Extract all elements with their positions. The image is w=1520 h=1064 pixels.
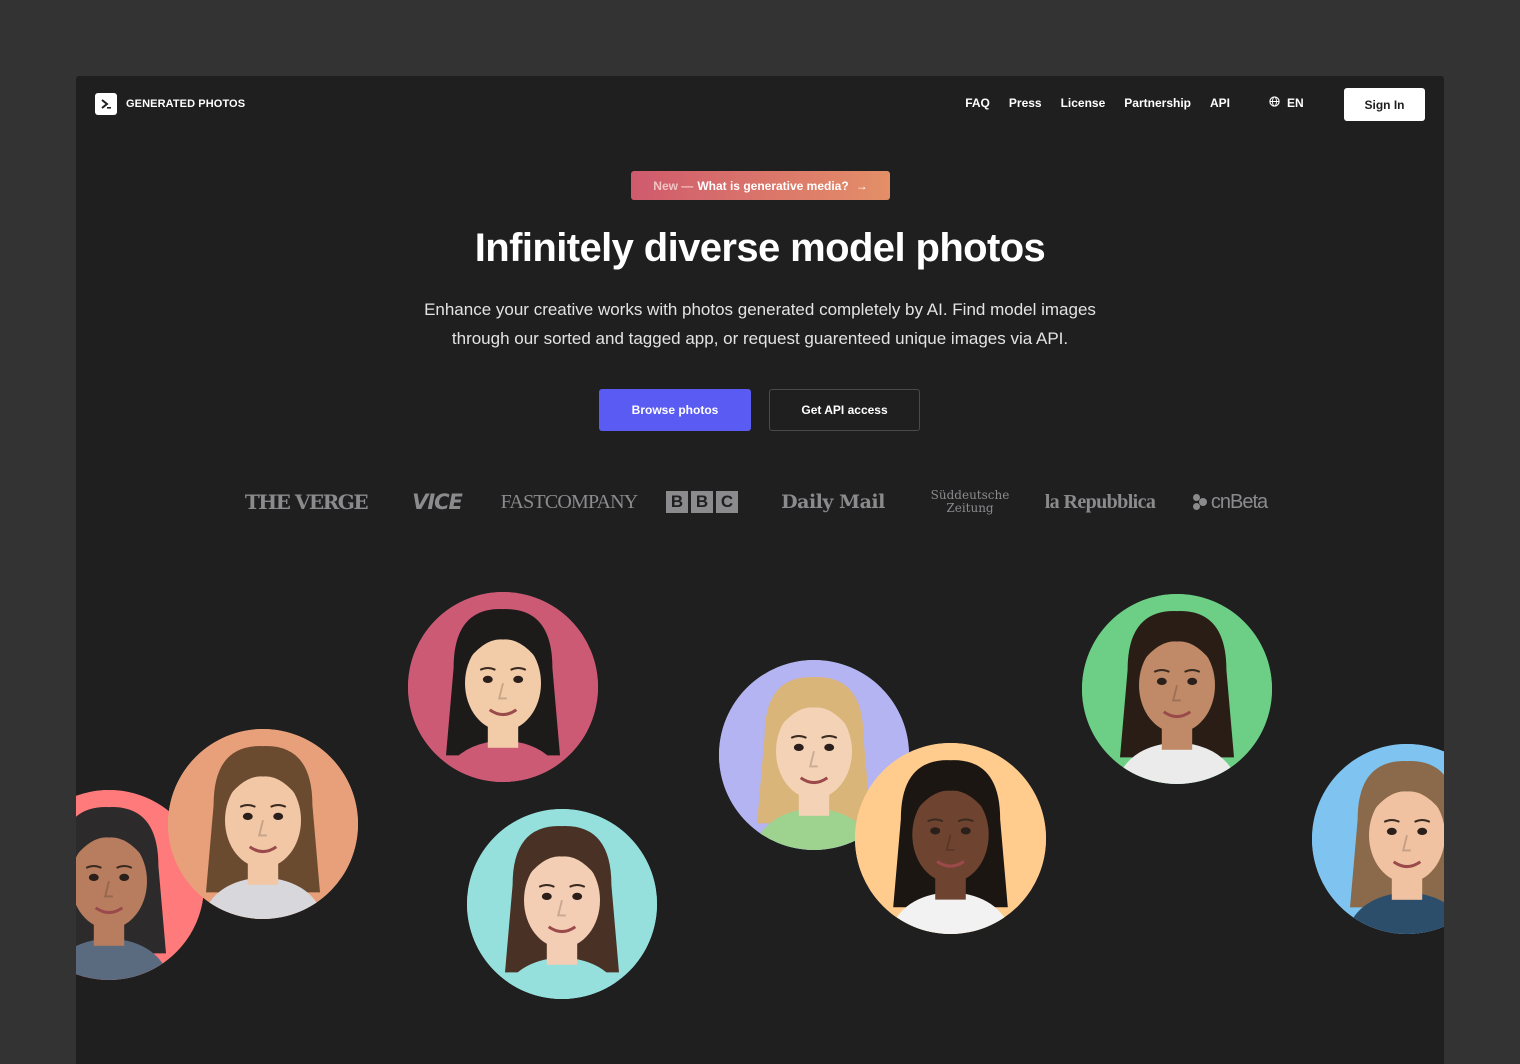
- hero-subline-1: Enhance your creative works with photos …: [424, 300, 1096, 319]
- press-logo-bbc: B B C: [664, 484, 740, 520]
- bbc-letter: B: [691, 491, 713, 513]
- brand-name: GENERATED PHOTOS: [126, 98, 246, 110]
- nav-api[interactable]: API: [1210, 96, 1230, 110]
- nav-partnership[interactable]: Partnership: [1124, 96, 1191, 110]
- face-photo-man-blond: [1312, 744, 1444, 934]
- press-logo-la-repubblica: la Repubblica: [1044, 490, 1156, 513]
- announcement-badge[interactable]: New — What is generative media? →: [631, 171, 890, 200]
- hero-subheadline: Enhance your creative works with photos …: [376, 295, 1144, 353]
- browser-frame: GENERATED PHOTOS FAQ Press License Partn…: [76, 76, 1444, 1064]
- hero-headline: Infinitely diverse model photos: [474, 226, 1046, 270]
- language-selector[interactable]: EN: [1269, 96, 1304, 110]
- face-photo-woman-asian: [408, 592, 598, 782]
- arrow-right-icon: →: [855, 178, 868, 193]
- globe-icon: [1269, 96, 1280, 110]
- press-logo-fast-company: FASTCOMPANY: [500, 490, 639, 513]
- badge-text: What is generative media?: [697, 178, 849, 193]
- browse-photos-button[interactable]: Browse photos: [599, 389, 751, 431]
- sign-in-button[interactable]: Sign In: [1344, 88, 1425, 121]
- press-logo-sueddeutsche-zeitung: Süddeutsche Zeitung: [924, 484, 1016, 520]
- face-photo-man-black: [855, 743, 1046, 934]
- nav-press[interactable]: Press: [1009, 96, 1042, 110]
- press-logo-vice: VICE: [412, 490, 463, 514]
- top-nav: FAQ Press License Partnership API: [965, 96, 1230, 110]
- cnbeta-dots-icon: [1192, 493, 1207, 511]
- bbc-letter: B: [666, 491, 688, 513]
- prompt-icon: [95, 93, 117, 115]
- face-photo-girl-brown: [1082, 594, 1272, 784]
- nav-faq[interactable]: FAQ: [965, 96, 990, 110]
- bbc-letter: C: [716, 491, 738, 513]
- language-label: EN: [1287, 96, 1304, 110]
- face-photo-woman-brunette: [467, 809, 657, 999]
- badge-new-label: New —: [653, 178, 694, 193]
- brand-logo[interactable]: GENERATED PHOTOS: [95, 93, 245, 115]
- press-logo-the-verge: THE VERGE: [244, 490, 369, 514]
- sz-line-2: Zeitung: [946, 501, 994, 515]
- press-logo-cnbeta: cnBeta: [1188, 484, 1272, 520]
- get-api-access-button[interactable]: Get API access: [769, 389, 920, 431]
- press-logo-daily-mail: Daily Mail: [781, 491, 885, 513]
- cnbeta-wordmark: cnBeta: [1210, 490, 1268, 513]
- face-photo-toddler-boy: [168, 729, 358, 919]
- nav-license[interactable]: License: [1061, 96, 1106, 110]
- hero-subline-2: through our sorted and tagged app, or re…: [451, 329, 1069, 348]
